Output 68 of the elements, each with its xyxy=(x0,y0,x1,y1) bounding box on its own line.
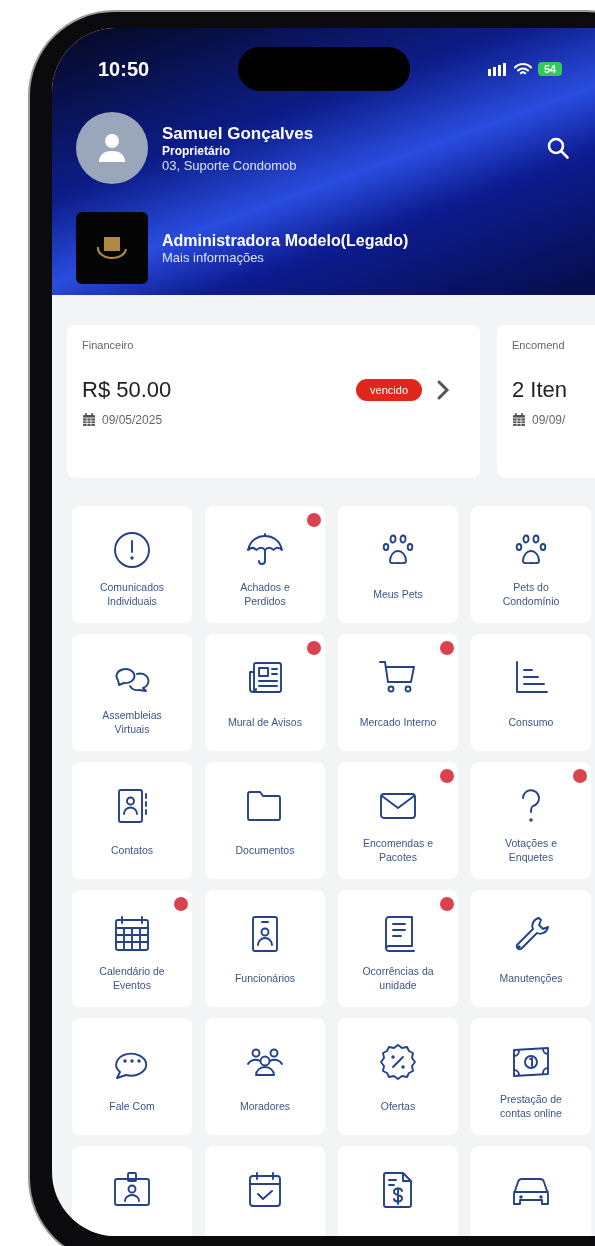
tile-label: Consumo xyxy=(507,715,555,731)
menu-tile[interactable]: Funcionários xyxy=(205,890,325,1007)
tile-label: Ocorrências da unidade xyxy=(361,964,435,993)
menu-tile[interactable]: Meus Pets xyxy=(338,506,458,623)
menu-tile[interactable] xyxy=(338,1146,458,1236)
card-title: Encomend xyxy=(512,339,566,351)
more-info-link[interactable]: Mais informações xyxy=(162,249,409,265)
calendar-icon xyxy=(112,914,152,954)
chevron-right-icon[interactable] xyxy=(436,379,450,401)
tile-label: Pets do Condomínio xyxy=(501,580,561,609)
signal-icon xyxy=(488,62,508,76)
menu-tile[interactable]: Consumo xyxy=(471,634,591,751)
search-icon[interactable] xyxy=(546,136,570,160)
menu-tile[interactable]: Manutenções xyxy=(471,890,591,1007)
battery-indicator: 54 xyxy=(538,62,563,76)
menu-tile[interactable]: Comunicados Individuais xyxy=(72,506,192,623)
tile-label: Votações e Enquetes xyxy=(504,836,558,865)
menu-tile[interactable]: Contatos xyxy=(72,762,192,879)
tile-label: Documentos xyxy=(234,843,296,859)
tile-label: Comunicados Individuais xyxy=(98,580,166,609)
menu-tile[interactable]: Ocorrências da unidade xyxy=(338,890,458,1007)
menu-tile[interactable]: Ofertas xyxy=(338,1018,458,1135)
tile-label: Encomendas e Pacotes xyxy=(361,836,434,865)
menu-tile[interactable]: Votações e Enquetes xyxy=(471,762,591,879)
user-name: Samuel Gonçalves xyxy=(162,123,314,144)
status-time: 10:50 xyxy=(97,57,151,81)
menu-tile[interactable] xyxy=(72,1146,192,1236)
menu-tile[interactable]: Moradores xyxy=(205,1018,325,1135)
summary-card[interactable]: Financeiro R$ 50.00 vencido 09/05/2025 xyxy=(67,325,480,478)
user-role: Proprietário xyxy=(162,143,231,158)
tile-label: Fale Com xyxy=(108,1099,156,1115)
tile-label: Prestação de contas online xyxy=(499,1092,563,1121)
administrator-name: Administradora Modelo(Legado) xyxy=(162,231,409,250)
tile-label: Ofertas xyxy=(379,1099,417,1115)
menu-tile[interactable] xyxy=(471,1146,591,1236)
tile-label: Mercado Interno xyxy=(358,715,438,731)
menu-tile[interactable]: Assembleias Virtuais xyxy=(72,634,192,751)
card-date: 09/09/ xyxy=(532,413,566,427)
menu-tile[interactable]: Calendário de Eventos xyxy=(72,890,192,1007)
tile-label: Meus Pets xyxy=(372,587,424,603)
menu-tile[interactable]: Mural de Avisos xyxy=(205,634,325,751)
card-value: 2 Iten xyxy=(512,377,569,403)
menu-tile[interactable]: Achados e Perdidos xyxy=(205,506,325,623)
tile-label: Moradores xyxy=(238,1099,292,1115)
tile-label: Calendário de Eventos xyxy=(98,964,166,993)
menu-tile[interactable]: Pets do Condomínio xyxy=(471,506,591,623)
menu-tile[interactable]: Encomendas e Pacotes xyxy=(338,762,458,879)
tile-label: Contatos xyxy=(110,843,154,859)
calendar-icon xyxy=(512,413,526,427)
tile-label: Mural de Avisos xyxy=(227,715,303,731)
tile-label: Manutenções xyxy=(498,971,564,987)
card-date: 09/05/2025 xyxy=(102,413,163,427)
menu-tile[interactable]: Documentos xyxy=(205,762,325,879)
menu-tile[interactable]: Prestação de contas online xyxy=(471,1018,591,1135)
menu-tile[interactable]: Fale Com xyxy=(72,1018,192,1135)
user-unit: 03, Suporte Condomob xyxy=(162,157,298,173)
summary-card[interactable]: Encomend 2 Iten 09/09/ xyxy=(497,325,595,478)
menu-tile[interactable] xyxy=(205,1146,325,1236)
calendar-icon xyxy=(82,413,96,427)
tile-label: Funcionários xyxy=(233,971,297,987)
status-badge: vencido xyxy=(356,379,422,401)
wifi-icon xyxy=(514,62,532,76)
card-title: Financeiro xyxy=(82,339,135,351)
company-logo xyxy=(76,212,148,284)
tile-label: Assembleias Virtuais xyxy=(101,708,163,737)
tile-label: Achados e Perdidos xyxy=(239,580,291,609)
menu-tile[interactable]: Mercado Interno xyxy=(338,634,458,751)
card-value: R$ 50.00 xyxy=(82,377,173,403)
